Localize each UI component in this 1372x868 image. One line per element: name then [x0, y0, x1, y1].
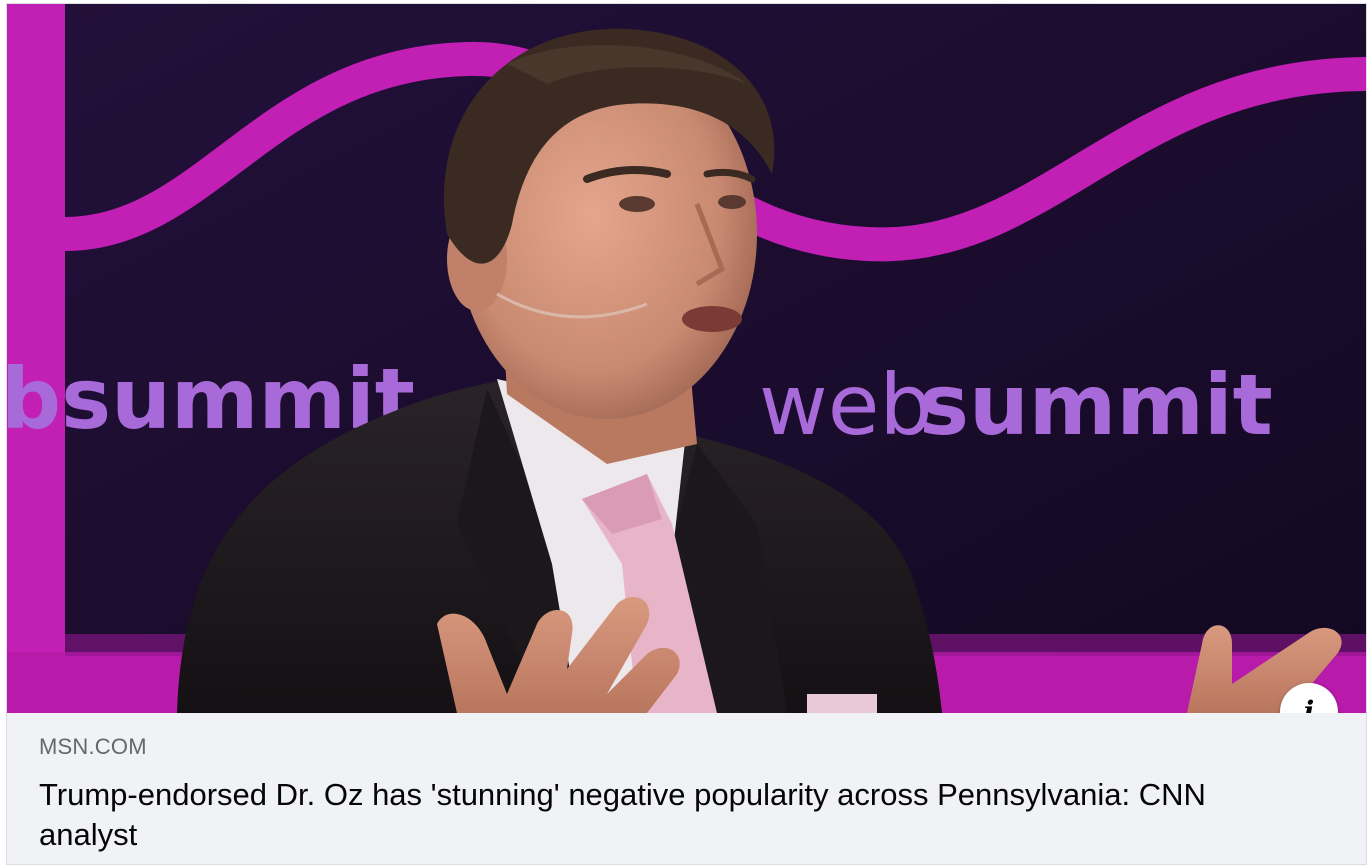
source-domain: MSN.COM — [39, 734, 147, 759]
article-headline[interactable]: Trump-endorsed Dr. Oz has 'stunning' neg… — [39, 775, 1279, 855]
link-preview-card[interactable]: bsummit web summit i MSN.COM Trump-endor… — [6, 3, 1367, 865]
preview-photo-illustration: bsummit web summit — [7, 4, 1366, 713]
backdrop-text-right-bold: summit — [919, 356, 1273, 454]
preview-image[interactable]: bsummit web summit — [7, 4, 1366, 713]
backdrop-text-right-light: web — [759, 356, 933, 454]
link-caption[interactable]: MSN.COM Trump-endorsed Dr. Oz has 'stunn… — [7, 713, 1366, 864]
